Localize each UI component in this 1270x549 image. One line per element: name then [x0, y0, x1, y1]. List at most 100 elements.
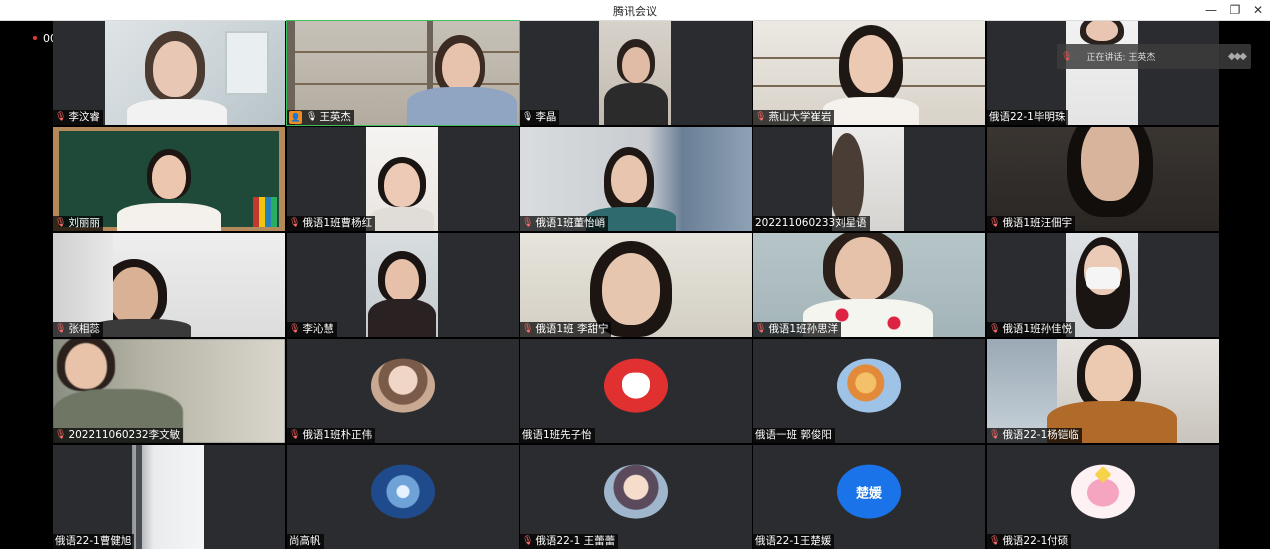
participant-tile[interactable]: 楚媛 俄语22-1王楚媛 [753, 445, 985, 549]
person [407, 87, 517, 125]
participant-tile[interactable]: 🎙 俄语22-1付硕 [987, 445, 1219, 549]
participant-tile[interactable]: 🎙 张相蕊 [53, 233, 285, 337]
participant-name-label: 俄语22-1毕明珠 [987, 110, 1069, 125]
restore-button[interactable]: ❐ [1226, 2, 1244, 18]
participant-tile[interactable]: 🎙 李汶睿 [53, 21, 285, 125]
close-button[interactable]: ✕ [1249, 2, 1267, 18]
participant-tile[interactable]: 尚高帆 [287, 445, 519, 549]
mic-muted-icon: 🎙 [55, 324, 67, 334]
title-bar: 腾讯会议 — ❐ ✕ [0, 0, 1270, 21]
participant-name: 202211060233刘星语 [755, 217, 867, 229]
participant-name-label: 🎙 燕山大学崔岩 [753, 110, 835, 125]
meeting-stage: 00:00:51 🎙 李汶睿 👤 🎙 王英杰 [0, 20, 1270, 549]
participant-name: 尚高帆 [289, 535, 321, 547]
participant-name: 202211060232李文敏 [68, 429, 181, 441]
participant-tile[interactable]: 👤 🎙 王英杰 [286, 20, 520, 126]
participant-tile[interactable]: 🎙 李沁慧 [287, 233, 519, 337]
participant-name-label: 🎙 俄语22-1 王蕾蕾 [520, 534, 619, 549]
person [65, 343, 107, 389]
participant-name-label: 俄语22-1曹健旭 [53, 534, 135, 549]
participant-name-label: 🎙 俄语1班 李甜宁 [520, 322, 612, 337]
participant-name: 俄语1班曹杨红 [302, 217, 373, 229]
participant-name-label: 尚高帆 [287, 534, 324, 549]
participant-tile[interactable]: 俄语22-1毕明珠 [987, 21, 1219, 125]
participant-tile[interactable]: 🎙 俄语1班董怡峭 [520, 127, 752, 231]
participant-name: 俄语1班孙佳悦 [1002, 323, 1073, 335]
video-feed [105, 21, 285, 125]
participant-tile[interactable]: 俄语22-1曹健旭 [53, 445, 285, 549]
person [442, 43, 480, 91]
books [253, 197, 277, 227]
person [1086, 21, 1118, 41]
participant-name: 俄语22-1杨铠临 [1002, 429, 1079, 441]
participant-tile[interactable]: 🎙 俄语1班孙思洋 [753, 233, 985, 337]
participant-tile[interactable]: 🎙 俄语1班朴正伟 [287, 339, 519, 443]
mic-muted-icon: 🎙 [989, 218, 1001, 228]
avatar [371, 358, 435, 413]
mic-muted-icon: 🎙 [55, 218, 67, 228]
participant-name: 俄语22-1付硕 [1002, 535, 1069, 547]
participant-tile[interactable]: 202211060233刘星语 [753, 127, 985, 231]
person [849, 35, 893, 93]
participant-tile[interactable]: 🎙 李晶 [520, 21, 752, 125]
mic-muted-icon: 🎙 [989, 536, 1001, 546]
participant-tile[interactable]: 🎙 俄语1班汪佃宇 [987, 127, 1219, 231]
person [1085, 345, 1133, 403]
person [602, 253, 660, 325]
participant-name-label: 🎙 刘丽丽 [53, 216, 103, 231]
text-avatar: 楚媛 [837, 464, 901, 519]
person [117, 203, 221, 231]
video-feed [1066, 21, 1138, 125]
participant-name-label: 👤 🎙 王英杰 [287, 110, 354, 125]
participant-tile[interactable]: 🎙 俄语1班曹杨红 [287, 127, 519, 231]
participant-tile[interactable]: 🎙 俄语1班 李甜宁 [520, 233, 752, 337]
door-frame [136, 445, 142, 549]
participant-name-label: 🎙 李晶 [520, 110, 560, 125]
speaking-text: 正在讲话: 王英杰 [1086, 53, 1156, 63]
mic-muted-icon: 🎙 [522, 218, 534, 228]
participant-name-label: 202211060233刘星语 [753, 216, 870, 231]
participant-tile[interactable]: 俄语一班 郭俊阳 [753, 339, 985, 443]
person [1081, 127, 1139, 201]
participant-name: 俄语1班汪佃宇 [1002, 217, 1073, 229]
participant-name: 张相蕊 [68, 323, 100, 335]
bookshelf [287, 83, 519, 85]
participant-name-label: 🎙 俄语1班曹杨红 [287, 216, 376, 231]
app-title: 腾讯会议 [613, 5, 657, 18]
participant-name-label: 🎙 俄语1班董怡峭 [520, 216, 609, 231]
minimize-button[interactable]: — [1202, 2, 1220, 18]
participant-name: 俄语一班 郭俊阳 [755, 429, 832, 441]
participant-tile[interactable]: 🎙 燕山大学崔岩 [753, 21, 985, 125]
mic-on-icon: 🎙 [306, 112, 318, 122]
participant-name-label: 🎙 俄语1班汪佃宇 [987, 216, 1076, 231]
participant-tile[interactable]: 🎙 俄语22-1杨铠临 [987, 339, 1219, 443]
avatar [604, 358, 668, 413]
mic-muted-icon: 🎙 [755, 112, 767, 122]
video-feed [599, 21, 671, 125]
participant-tile[interactable]: 🎙 俄语22-1 王蕾蕾 [520, 445, 752, 549]
audio-level-icon: ◆◆◆ [1227, 51, 1247, 62]
participant-tile[interactable]: 俄语1班先子怡 [520, 339, 752, 443]
participant-name: 俄语22-1 王蕾蕾 [535, 535, 616, 547]
participant-name: 俄语1班朴正伟 [302, 429, 373, 441]
video-feed [366, 127, 438, 231]
video-feed [366, 233, 438, 337]
participant-name: 俄语1班董怡峭 [535, 217, 606, 229]
person [91, 319, 191, 337]
left-margin [0, 21, 52, 549]
face-mask [1086, 267, 1120, 289]
person [611, 155, 647, 203]
participant-tile[interactable]: 🎙 202211060232李文敏 [53, 339, 285, 443]
participant-tile[interactable]: 🎙 俄语1班孙佳悦 [987, 233, 1219, 337]
participant-name: 俄语22-1曹健旭 [55, 535, 132, 547]
participant-name-label: 俄语22-1王楚媛 [753, 534, 835, 549]
participant-name-label: 🎙 李汶睿 [53, 110, 103, 125]
person [384, 163, 420, 207]
participant-name: 李晶 [535, 111, 557, 123]
avatar [604, 464, 668, 519]
participant-tile[interactable]: 🎙 刘丽丽 [53, 127, 285, 231]
mic-muted-icon: 🎙 [289, 430, 301, 440]
right-margin [1220, 21, 1270, 549]
person [832, 133, 864, 223]
participant-name: 李沁慧 [302, 323, 334, 335]
